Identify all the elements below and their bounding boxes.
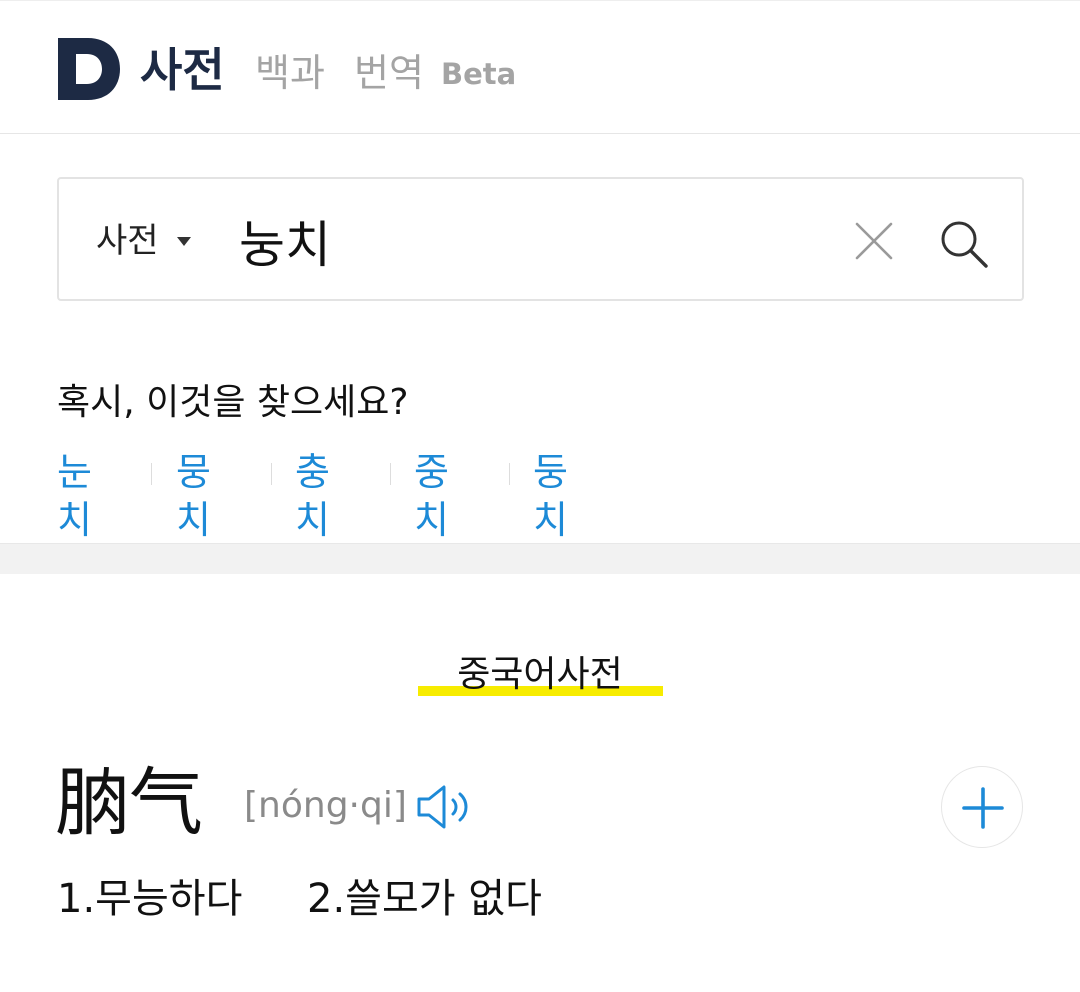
section-heading: 중국어사전 (415, 652, 665, 704)
separator (151, 463, 152, 485)
separator (271, 463, 272, 485)
suggestion-link[interactable]: 중치 (414, 448, 449, 544)
caret-down-icon[interactable] (177, 237, 191, 246)
suggestion-title: 혹시, 이것을 찾으세요? (57, 382, 409, 423)
beta-badge: Beta (441, 57, 517, 91)
search-category-dropdown[interactable]: 사전 (96, 219, 159, 263)
meaning-item: 1.무능하다 (57, 876, 243, 922)
section-divider (0, 543, 1080, 574)
close-icon[interactable] (854, 221, 894, 261)
search-box: 사전 (57, 177, 1024, 301)
speaker-icon[interactable] (416, 783, 480, 831)
daum-d-logo-icon[interactable] (58, 38, 120, 100)
brand-title[interactable]: 사전 (140, 41, 225, 99)
header: 사전 백과 번역 Beta (0, 0, 1080, 134)
search-icon[interactable] (938, 218, 990, 270)
entry-word[interactable]: 朒气 (55, 758, 203, 848)
separator (509, 463, 510, 485)
suggestion-link[interactable]: 둥치 (533, 448, 568, 544)
plus-icon (962, 787, 1004, 829)
suggestion-link[interactable]: 눈치 (57, 448, 92, 544)
suggestion-link[interactable]: 뭉치 (176, 448, 211, 544)
entry-pinyin: [nóng·qi] (244, 785, 407, 826)
section-heading-text[interactable]: 중국어사전 (415, 652, 665, 698)
suggestion-link[interactable]: 충치 (295, 448, 330, 544)
search-input[interactable] (239, 201, 829, 281)
meaning-item: 2.쓸모가 없다 (307, 876, 542, 922)
separator (390, 463, 391, 485)
nav-translate[interactable]: 번역 (354, 49, 424, 97)
add-to-wordbook-button[interactable] (941, 766, 1023, 848)
nav-encyclopedia[interactable]: 백과 (255, 49, 325, 97)
dictionary-page: 사전 백과 번역 Beta 사전 혹시, 이것을 찾으세요? 눈치 뭉치 충치 … (0, 0, 1080, 992)
